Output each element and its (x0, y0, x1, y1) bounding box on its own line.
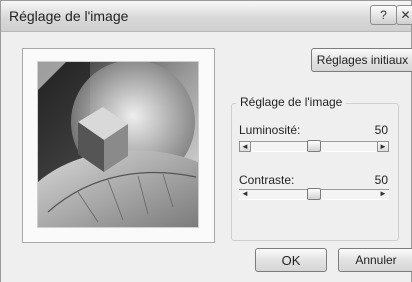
image-preview-frame (22, 48, 215, 243)
cancel-button[interactable]: Annuler (338, 248, 412, 272)
brightness-left-arrow-icon[interactable]: ◄ (239, 141, 251, 152)
brightness-value: 50 (374, 123, 388, 137)
adjust-group-legend: Réglage de l'image (236, 95, 347, 109)
help-icon: ? (380, 8, 387, 22)
image-preview (37, 61, 199, 228)
image-adjust-dialog: Réglage de l'image ? ✕ Réglages initiaux… (0, 0, 412, 282)
help-button[interactable]: ? (370, 5, 397, 25)
close-button[interactable]: ✕ (396, 5, 412, 25)
title-bar[interactable]: Réglage de l'image ? ✕ (1, 1, 412, 32)
dialog-content: Réglages initiaux Réglage de l'image Lum… (1, 32, 412, 282)
contrast-label: Contraste: (239, 173, 295, 187)
close-icon: ✕ (400, 8, 411, 22)
contrast-slider-thumb[interactable] (307, 188, 321, 200)
brightness-label: Luminosité: (239, 123, 301, 137)
contrast-value: 50 (374, 173, 388, 187)
contrast-left-arrow-icon[interactable]: ◄ (239, 189, 251, 200)
reset-settings-button[interactable]: Réglages initiaux (311, 48, 412, 72)
brightness-slider-thumb[interactable] (307, 140, 321, 152)
brightness-right-arrow-icon[interactable]: ► (377, 141, 389, 152)
window-title: Réglage de l'image (9, 8, 129, 24)
contrast-right-arrow-icon[interactable]: ► (377, 189, 389, 200)
ok-button[interactable]: OK (255, 248, 327, 272)
preview-picture (38, 62, 198, 227)
